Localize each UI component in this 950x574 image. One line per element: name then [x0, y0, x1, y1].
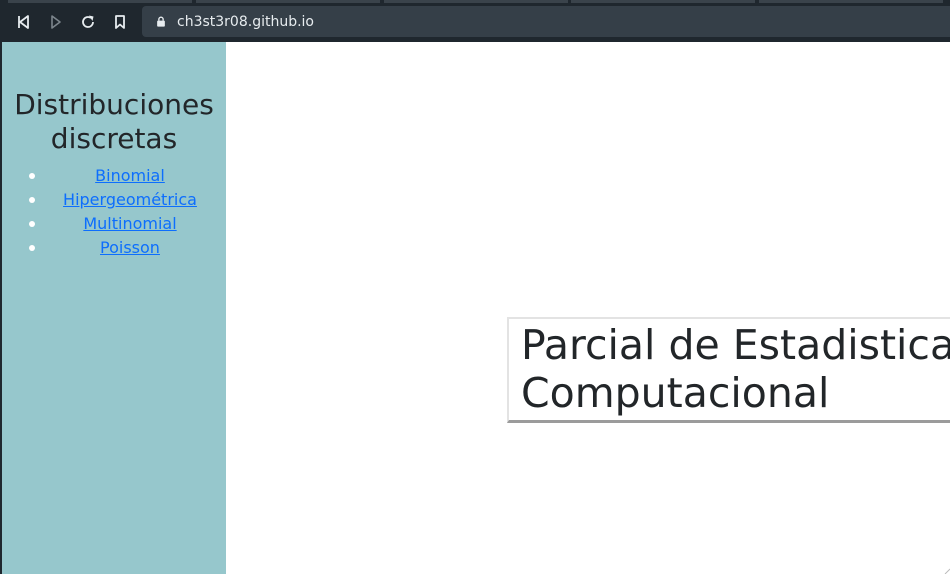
reload-icon [82, 15, 94, 28]
title-card: Parcial de Estadistica Computacional [507, 317, 950, 423]
sidebar-title-line: Distribuciones [14, 88, 214, 121]
bullet-icon [29, 173, 35, 179]
bookmark-icon [115, 15, 125, 29]
list-item: Binomial [2, 164, 226, 188]
list-item: Hipergeométrica [2, 188, 226, 212]
page-title-line: Computacional [521, 369, 830, 417]
distribution-list: Binomial Hipergeométrica Multinomial Poi… [2, 164, 226, 260]
sidebar-title-line: discretas [50, 122, 178, 155]
bullet-icon [29, 221, 35, 227]
poisson-link[interactable]: Poisson [100, 236, 160, 260]
sidebar: Distribuciones discretas Binomial Hiperg… [2, 42, 226, 574]
lock-icon [154, 15, 168, 29]
tab-strip [0, 0, 950, 4]
main-content: Parcial de Estadistica Computacional [226, 42, 950, 574]
multinomial-link[interactable]: Multinomial [83, 212, 176, 236]
back-button[interactable] [10, 8, 38, 36]
tab-indicator[interactable] [8, 0, 192, 3]
browser-window: ch3st3r08.github.io Distribuciones discr… [0, 0, 950, 574]
reload-button[interactable] [74, 8, 102, 36]
address-bar[interactable]: ch3st3r08.github.io [142, 6, 950, 37]
bullet-icon [29, 197, 35, 203]
tab-indicator[interactable] [759, 0, 943, 3]
forward-icon [51, 15, 61, 29]
bullet-icon [29, 245, 35, 251]
list-item: Poisson [2, 236, 226, 260]
back-icon [18, 15, 29, 29]
page-title-line: Parcial de Estadistica [521, 321, 950, 369]
url-text[interactable]: ch3st3r08.github.io [177, 14, 314, 30]
page-title: Parcial de Estadistica Computacional [521, 321, 950, 417]
bookmark-button[interactable] [106, 8, 134, 36]
tab-indicator[interactable] [384, 0, 568, 3]
tab-indicator[interactable] [196, 0, 380, 3]
binomial-link[interactable]: Binomial [95, 164, 165, 188]
resize-handle-icon[interactable] [944, 568, 950, 574]
list-item: Multinomial [2, 212, 226, 236]
tab-indicator[interactable] [571, 0, 755, 3]
browser-toolbar: ch3st3r08.github.io [0, 0, 950, 42]
forward-button[interactable] [42, 8, 70, 36]
hipergeometrica-link[interactable]: Hipergeométrica [63, 188, 197, 212]
sidebar-title: Distribuciones discretas [2, 88, 226, 156]
